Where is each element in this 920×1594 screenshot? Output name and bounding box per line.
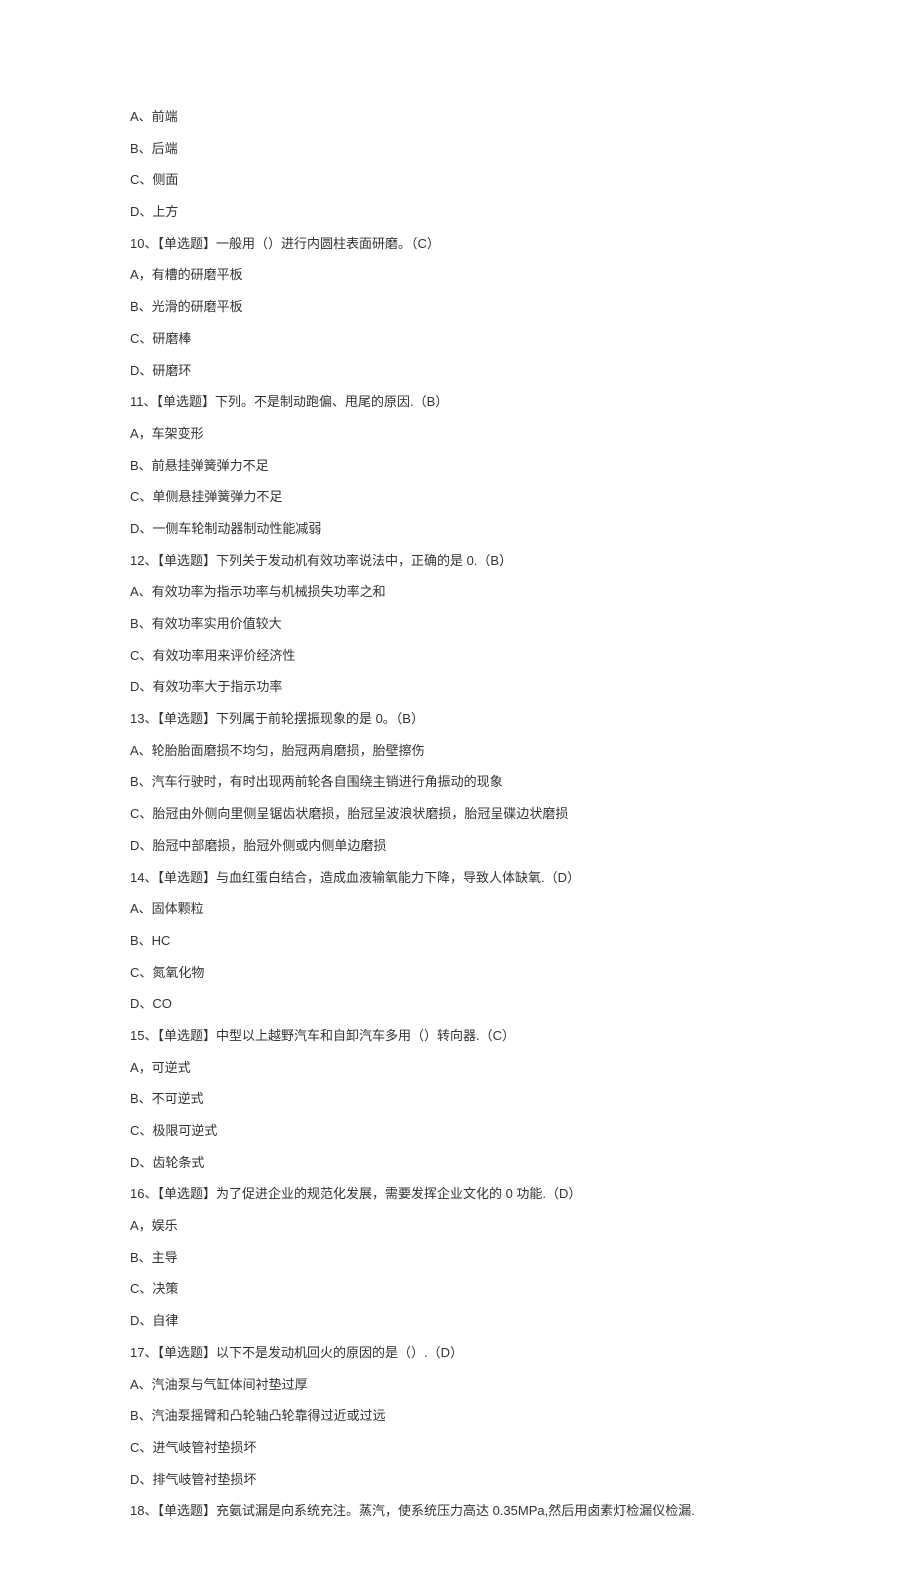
text-line: A，可逆式 bbox=[130, 1059, 790, 1077]
text-line: D、研磨环 bbox=[130, 362, 790, 380]
text-line: B、有效功率实用价值较大 bbox=[130, 615, 790, 633]
text-line: A、轮胎胎面磨损不均匀，胎冠两肩磨损，胎壁擦伤 bbox=[130, 742, 790, 760]
text-line: 11、【单选题】下列。不是制动跑偏、甩尾的原因.（B） bbox=[130, 393, 790, 411]
text-line: 14、【单选题】与血红蛋白结合，造成血液输氧能力下降，导致人体缺氧.（D） bbox=[130, 869, 790, 887]
text-line: D、上方 bbox=[130, 203, 790, 221]
text-line: B、不可逆式 bbox=[130, 1090, 790, 1108]
text-line: B、后端 bbox=[130, 140, 790, 158]
text-line: 18、【单选题】充氨试漏是向系统充注。蒸汽，使系统压力高达 0.35MPa,然后… bbox=[130, 1502, 790, 1520]
text-line: D、一侧车轮制动器制动性能减弱 bbox=[130, 520, 790, 538]
text-line: B、光滑的研磨平板 bbox=[130, 298, 790, 316]
text-line: A、固体颗粒 bbox=[130, 900, 790, 918]
document-page: A、前端 B、后端 C、侧面 D、上方 10、【单选题】一般用（）进行内圆柱表面… bbox=[0, 0, 920, 1594]
text-line: 10、【单选题】一般用（）进行内圆柱表面研磨。（C） bbox=[130, 235, 790, 253]
text-line: 17、【单选题】以下不是发动机回火的原因的是（）.（D） bbox=[130, 1344, 790, 1362]
text-line: 15、【单选题】中型以上越野汽车和自卸汽车多用（）转向器.（C） bbox=[130, 1027, 790, 1045]
text-line: B、HC bbox=[130, 932, 790, 950]
text-line: A、汽油泵与气缸体间衬垫过厚 bbox=[130, 1376, 790, 1394]
text-line: C、侧面 bbox=[130, 171, 790, 189]
text-line: B、前悬挂弹簧弹力不足 bbox=[130, 457, 790, 475]
text-line: D、胎冠中部磨损，胎冠外侧或内侧单边磨损 bbox=[130, 837, 790, 855]
text-line: A、有效功率为指示功率与机械损失功率之和 bbox=[130, 583, 790, 601]
text-line: D、排气岐管衬垫损坏 bbox=[130, 1471, 790, 1489]
text-line: B、主导 bbox=[130, 1249, 790, 1267]
text-line: D、齿轮条式 bbox=[130, 1154, 790, 1172]
text-line: C、进气岐管衬垫损坏 bbox=[130, 1439, 790, 1457]
text-line: D、有效功率大于指示功率 bbox=[130, 678, 790, 696]
text-line: C、研磨棒 bbox=[130, 330, 790, 348]
text-line: A、前端 bbox=[130, 108, 790, 126]
text-line: C、极限可逆式 bbox=[130, 1122, 790, 1140]
text-line: D、CO bbox=[130, 995, 790, 1013]
text-line: C、有效功率用来评价经济性 bbox=[130, 647, 790, 665]
text-line: C、单侧悬挂弹簧弹力不足 bbox=[130, 488, 790, 506]
text-line: A，有槽的研磨平板 bbox=[130, 266, 790, 284]
text-line: C、氮氧化物 bbox=[130, 964, 790, 982]
text-line: B、汽车行驶时，有时出现两前轮各自围绕主销进行角振动的现象 bbox=[130, 773, 790, 791]
text-line: 12、【单选题】下列关于发动机有效功率说法中，正确的是 0.（B） bbox=[130, 552, 790, 570]
text-line: B、汽油泵摇臂和凸轮轴凸轮靠得过近或过远 bbox=[130, 1407, 790, 1425]
text-line: 16、【单选题】为了促进企业的规范化发展，需要发挥企业文化的 0 功能.（D） bbox=[130, 1185, 790, 1203]
text-line: C、决策 bbox=[130, 1280, 790, 1298]
text-line: A，车架变形 bbox=[130, 425, 790, 443]
text-line: A，娱乐 bbox=[130, 1217, 790, 1235]
text-line: D、自律 bbox=[130, 1312, 790, 1330]
text-line: 13、【单选题】下列属于前轮摆振现象的是 0。（B） bbox=[130, 710, 790, 728]
text-line: C、胎冠由外侧向里侧呈锯齿状磨损，胎冠呈波浪状磨损，胎冠呈碟边状磨损 bbox=[130, 805, 790, 823]
